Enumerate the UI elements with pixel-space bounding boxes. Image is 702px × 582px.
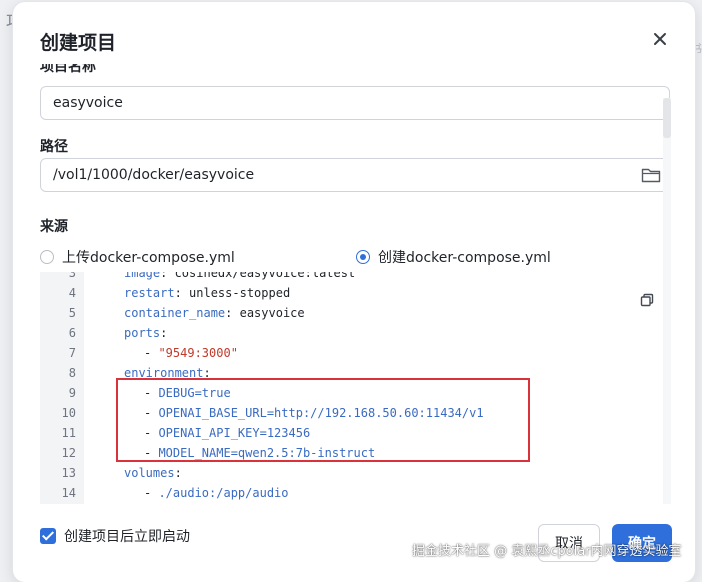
code-line: container_name: easyvoice bbox=[124, 306, 305, 320]
environment-highlight-box bbox=[116, 378, 530, 462]
project-name-input[interactable]: easyvoice bbox=[40, 86, 670, 120]
code-line: - ./audio:/app/audio bbox=[144, 486, 289, 500]
code-line: restart: unless-stopped bbox=[124, 286, 291, 300]
close-button[interactable] bbox=[649, 28, 671, 50]
radio-circle-selected bbox=[356, 250, 370, 264]
copy-icon[interactable] bbox=[640, 292, 654, 307]
code-line: - "9549:3000" bbox=[144, 346, 238, 360]
path-input[interactable]: /vol1/1000/docker/easyvoice bbox=[40, 158, 670, 192]
project-name-value: easyvoice bbox=[53, 95, 123, 111]
dialog-title: 创建项目 bbox=[40, 32, 117, 54]
radio-circle bbox=[40, 250, 54, 264]
project-name-label: 项目名称 bbox=[40, 64, 96, 75]
autostart-checkbox[interactable]: 创建项目后立即启动 bbox=[40, 526, 190, 546]
create-project-dialog: 创建项目 项目名称 easyvoice 路径 /vol1/1000/docker… bbox=[13, 2, 695, 582]
scrollbar-thumb[interactable] bbox=[663, 98, 671, 138]
close-icon bbox=[654, 33, 666, 45]
source-label: 来源 bbox=[40, 219, 68, 235]
radio-create-compose[interactable]: 创建docker-compose.yml bbox=[356, 248, 551, 266]
radio-create-label: 创建docker-compose.yml bbox=[378, 250, 551, 266]
code-line: ports: bbox=[124, 326, 168, 340]
code-line: volumes: bbox=[124, 466, 182, 480]
checkbox-checked-icon bbox=[40, 528, 56, 544]
folder-icon bbox=[641, 168, 661, 183]
radio-upload-compose[interactable]: 上传docker-compose.yml bbox=[40, 248, 235, 266]
scrollbar-track[interactable] bbox=[663, 98, 671, 504]
path-value: /vol1/1000/docker/easyvoice bbox=[53, 167, 255, 183]
autostart-label: 创建项目后立即启动 bbox=[64, 529, 190, 545]
code-line: image: cosinedx/easyvoice:latest bbox=[124, 272, 356, 280]
browse-folder-button[interactable] bbox=[641, 166, 661, 184]
radio-upload-label: 上传docker-compose.yml bbox=[62, 250, 235, 266]
path-label: 路径 bbox=[40, 139, 68, 155]
watermark: 掘金技术社区 @ 袁熙丞cpolar内网穿透实验室 bbox=[412, 544, 682, 559]
